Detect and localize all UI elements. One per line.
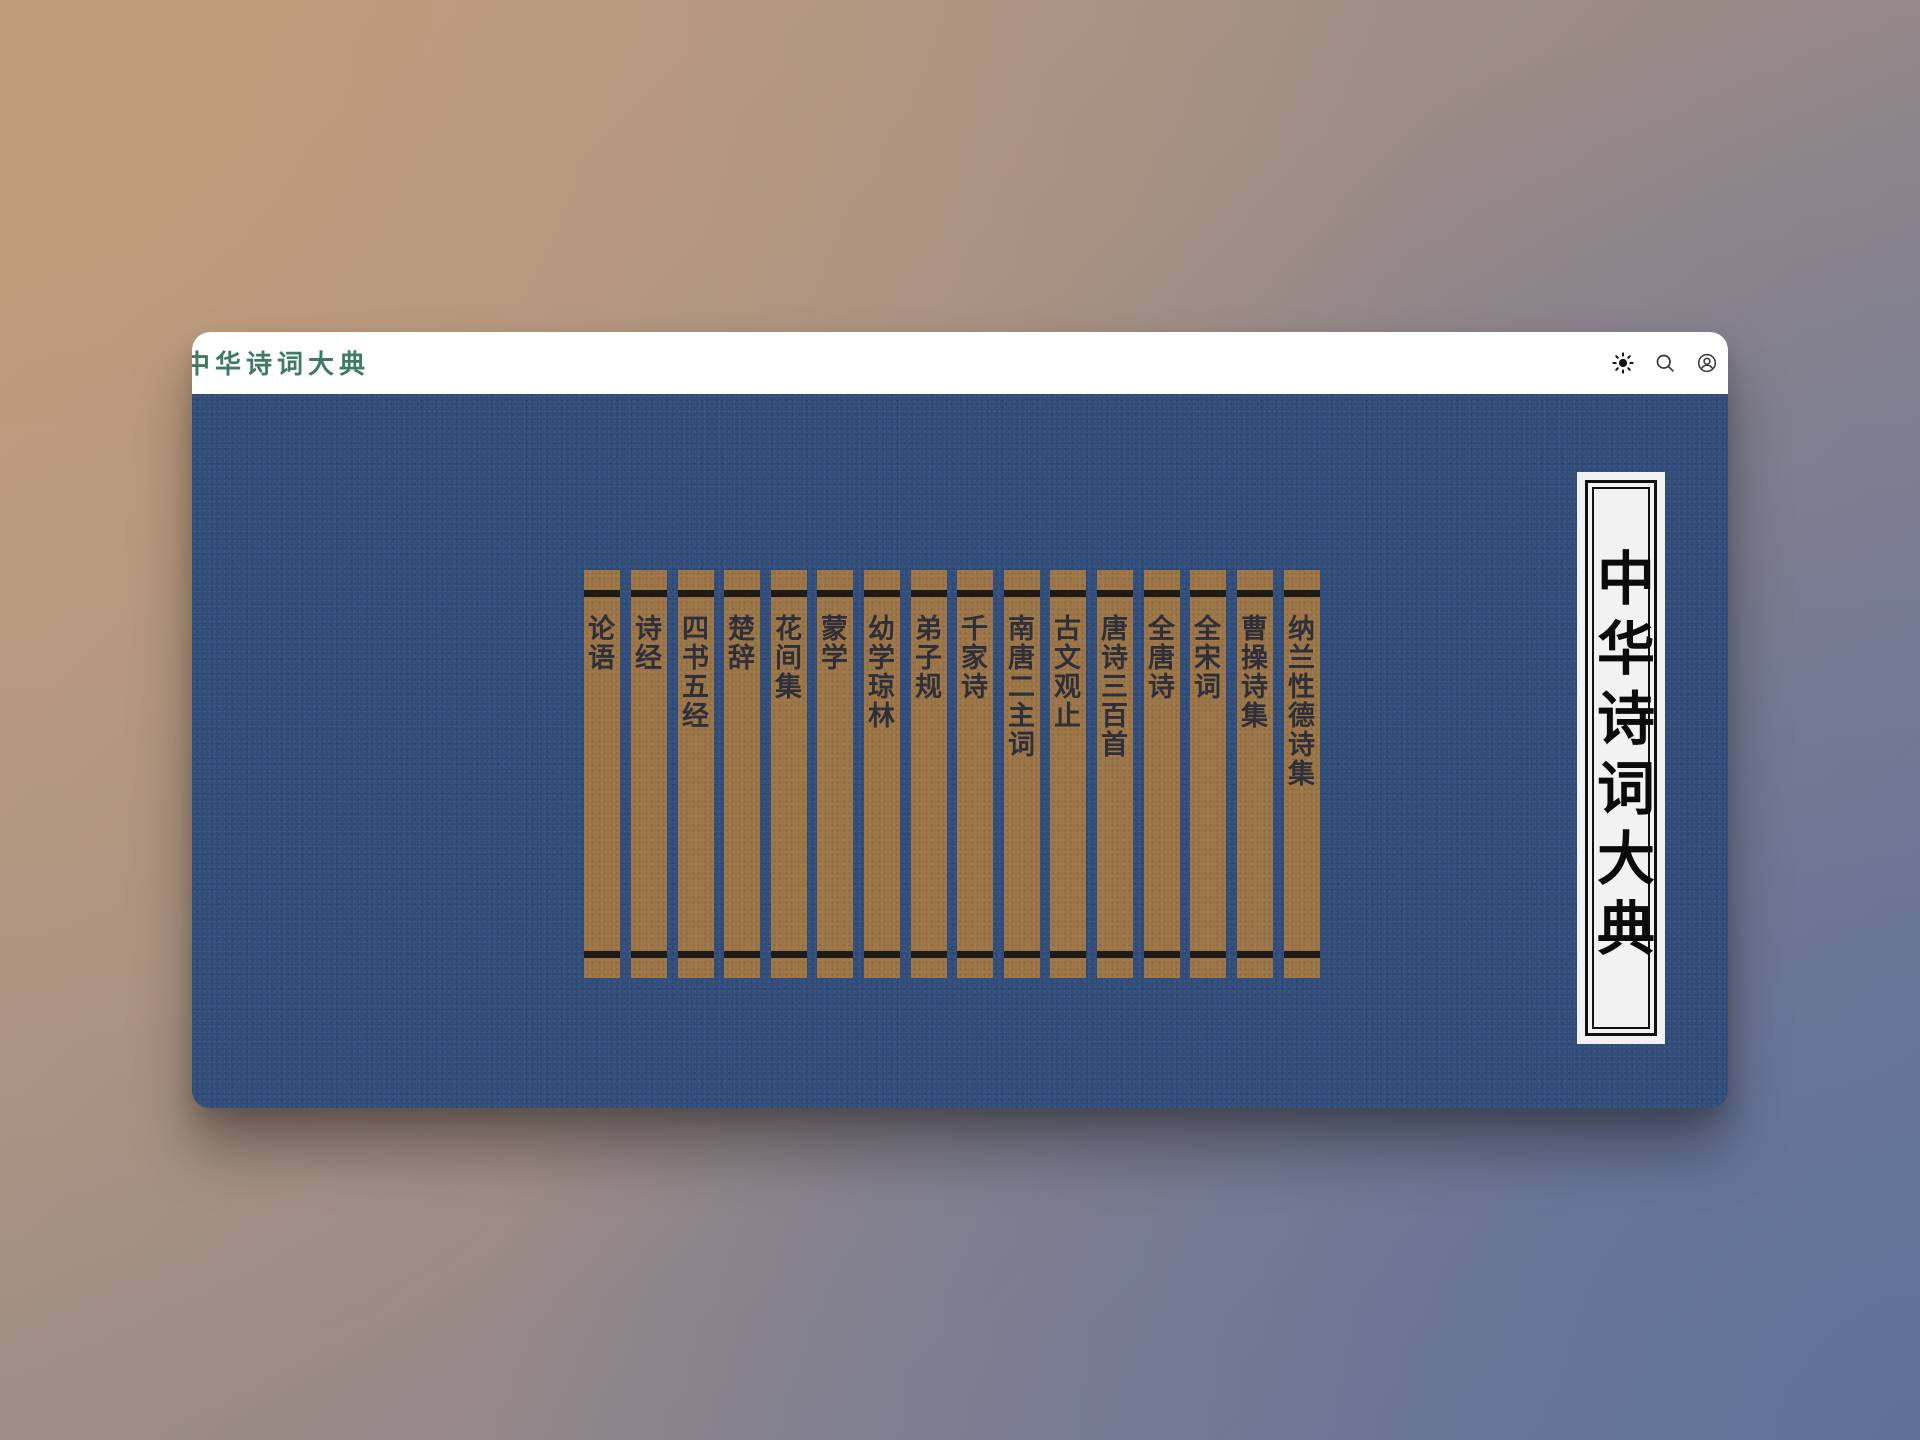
title-slip: 中华诗词大典 xyxy=(1577,472,1665,1044)
search-button[interactable] xyxy=(1644,342,1686,384)
book-title: 诗经 xyxy=(630,614,661,672)
title-slip-inner-frame: 中华诗词大典 xyxy=(1587,487,1655,1029)
book-title: 论语 xyxy=(583,614,614,672)
book-spine-shijing[interactable]: 诗经 xyxy=(630,570,667,978)
book-title: 幼学琼林 xyxy=(863,614,894,730)
book-spine-nalanxingdeshiji[interactable]: 纳兰性德诗集 xyxy=(1283,570,1320,978)
book-shelf: 论语 诗经 四书五经 楚辞 花间集 蒙学 幼学琼林 弟子规 千家诗 南唐二主词 … xyxy=(583,570,1324,978)
book-title: 四书五经 xyxy=(677,614,708,730)
sun-icon xyxy=(1612,352,1634,374)
book-title: 千家诗 xyxy=(956,614,987,701)
book-title: 花间集 xyxy=(770,614,801,701)
book-title: 全唐诗 xyxy=(1143,614,1174,701)
book-spine-guwenguanzhi[interactable]: 古文观止 xyxy=(1049,570,1086,978)
book-spine-quantangshi[interactable]: 全唐诗 xyxy=(1143,570,1180,978)
book-spine-lunyu[interactable]: 论语 xyxy=(583,570,620,978)
book-title: 弟子规 xyxy=(910,614,941,701)
book-cover-area: 论语 诗经 四书五经 楚辞 花间集 蒙学 幼学琼林 弟子规 千家诗 南唐二主词 … xyxy=(192,394,1728,1108)
book-spine-mengxue[interactable]: 蒙学 xyxy=(816,570,853,978)
book-title: 古文观止 xyxy=(1049,614,1080,730)
book-spine-dizigui[interactable]: 弟子规 xyxy=(910,570,947,978)
book-title: 唐诗三百首 xyxy=(1096,614,1127,759)
book-spine-tangshisanbaishou[interactable]: 唐诗三百首 xyxy=(1096,570,1133,978)
toolbar-actions xyxy=(1602,332,1728,394)
book-spine-huajianji[interactable]: 花间集 xyxy=(770,570,807,978)
book-title: 曹操诗集 xyxy=(1236,614,1267,730)
title-slip-frame: 中华诗词大典 xyxy=(1585,480,1657,1036)
book-title: 全宋词 xyxy=(1189,614,1220,701)
book-spine-qianjiashi[interactable]: 千家诗 xyxy=(956,570,993,978)
site-logo-text[interactable]: 中华诗词大典 xyxy=(192,344,370,381)
search-icon xyxy=(1656,354,1674,372)
book-title: 楚辞 xyxy=(723,614,754,672)
book-spine-quansongci[interactable]: 全宋词 xyxy=(1189,570,1226,978)
book-title: 纳兰性德诗集 xyxy=(1283,614,1314,788)
book-spine-chuci[interactable]: 楚辞 xyxy=(723,570,760,978)
book-title: 蒙学 xyxy=(816,614,847,672)
user-circle-icon xyxy=(1697,353,1717,373)
book-spine-nantangerzhuci[interactable]: 南唐二主词 xyxy=(1003,570,1040,978)
book-spine-youxueqionglin[interactable]: 幼学琼林 xyxy=(863,570,900,978)
book-spine-caocaoshiji[interactable]: 曹操诗集 xyxy=(1236,570,1273,978)
top-navigation-bar: 中华诗词大典 xyxy=(192,332,1728,395)
title-slip-text: 中华诗词大典 xyxy=(1587,548,1655,968)
theme-toggle-button[interactable] xyxy=(1602,342,1644,384)
app-window: 中华诗词大典 论语 诗经 四书五经 楚辞 花间集 蒙学 幼学琼林 弟子规 千家诗… xyxy=(192,332,1728,1108)
book-title: 南唐二主词 xyxy=(1003,614,1034,759)
account-button[interactable] xyxy=(1686,342,1728,384)
book-spine-sishuwujing[interactable]: 四书五经 xyxy=(677,570,714,978)
